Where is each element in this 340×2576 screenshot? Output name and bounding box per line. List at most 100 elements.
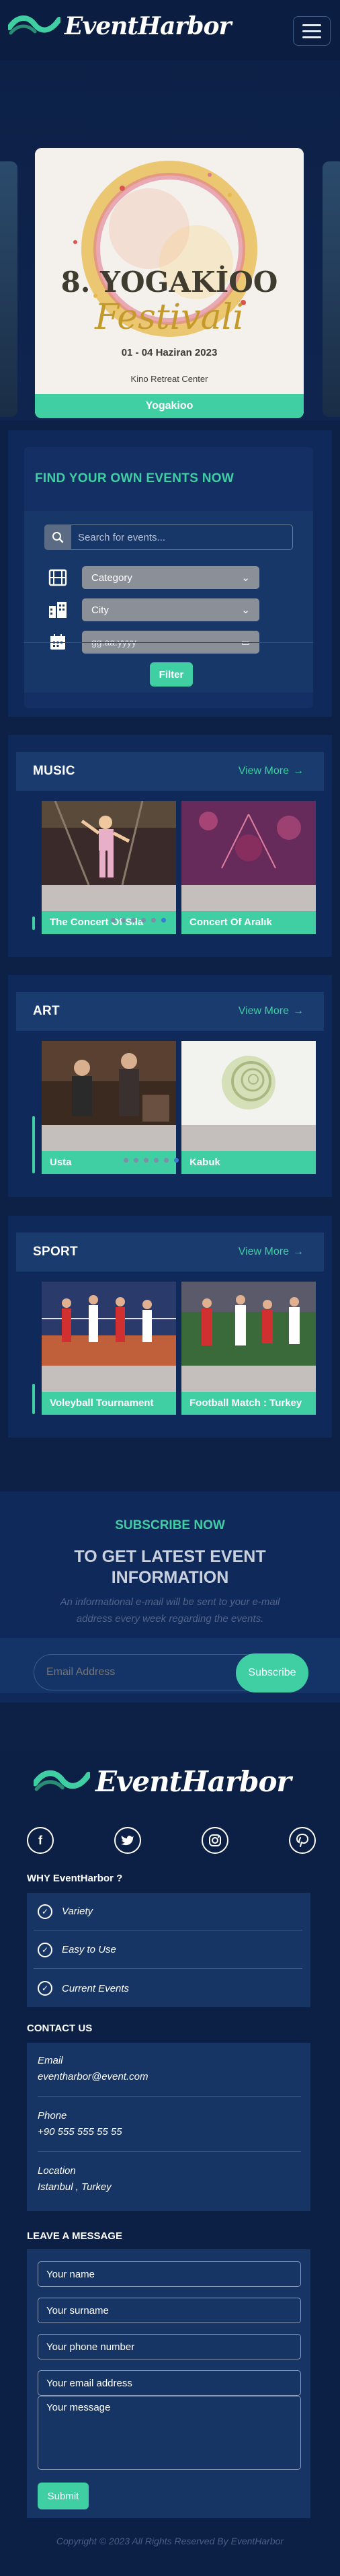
section-header: MUSIC View More → (16, 752, 324, 791)
email-input[interactable] (38, 2370, 301, 2396)
arrow-right-icon: → (293, 765, 304, 777)
buildings-icon (44, 597, 71, 623)
music-section: MUSIC View More → The Concert Of Sıla Co… (8, 735, 332, 957)
shell-photo (181, 1041, 316, 1125)
event-caption: Voleyball Tournament (42, 1392, 176, 1415)
hero-carousel: 8. YOGAKİOO Festivali 01 - 04 Haziran 20… (0, 61, 340, 446)
subscribe-email-input[interactable] (46, 1655, 214, 1690)
carousel-dots[interactable] (111, 918, 166, 923)
social-links: f (27, 1827, 316, 1854)
search-icon[interactable] (44, 524, 71, 550)
check-circle-icon: ✓ (38, 1981, 52, 1996)
logo-swoosh-icon (8, 15, 60, 35)
subscribe-button[interactable]: Subscribe (236, 1653, 308, 1692)
why-item: ✓ Current Events (34, 1969, 302, 2007)
event-card[interactable]: Kabuk (181, 1041, 316, 1174)
sport-section: SPORT View More → Voleyball Tournament F… (8, 1216, 332, 1438)
site-footer: EventHarbor f WHY EventHarbor ? ✓ Variet… (0, 1752, 340, 2576)
why-heading: WHY EventHarbor ? (27, 1873, 123, 1884)
city-row: City ⌄ (44, 597, 293, 623)
chevron-down-icon: ⌄ (241, 604, 250, 616)
poster-title: 8. YOGAKİOO (60, 266, 278, 299)
contact-list: Email eventharbor@event.com Phone +90 55… (27, 2043, 310, 2211)
theatre-photo (42, 1041, 176, 1125)
section-header: ART View More → (16, 992, 324, 1031)
facebook-icon[interactable]: f (27, 1827, 54, 1854)
city-select[interactable]: City ⌄ (82, 598, 259, 621)
message-heading: LEAVE A MESSAGE (27, 2230, 122, 2242)
section-title: SPORT (33, 1245, 78, 1259)
art-section: ART View More → Usta Kabuk (8, 975, 332, 1197)
check-circle-icon: ✓ (38, 1904, 52, 1919)
footer-brand-logo[interactable]: EventHarbor (34, 1765, 292, 1798)
event-card[interactable]: The Concert Of Sıla (42, 801, 176, 934)
category-row: Category ⌄ (44, 565, 293, 590)
submit-button[interactable]: Submit (38, 2483, 89, 2509)
event-card[interactable]: Concert Of Aralık (181, 801, 316, 934)
divider (24, 642, 313, 643)
view-more-link[interactable]: View More → (239, 1005, 304, 1017)
brand-name: EventHarbor (65, 12, 232, 40)
event-caption: Concert Of Aralık (181, 911, 316, 934)
event-carousel: The Concert Of Sıla Concert Of Aralık (28, 801, 316, 942)
arrow-right-icon: → (293, 1005, 304, 1017)
football-photo (181, 1282, 316, 1366)
event-card[interactable]: Football Match : Turkey (181, 1282, 316, 1415)
contact-email: Email eventharbor@event.com (38, 2043, 301, 2097)
surname-input[interactable] (38, 2298, 301, 2323)
view-more-link[interactable]: View More → (239, 1246, 304, 1258)
search-title: FIND YOUR OWN EVENTS NOW (35, 471, 235, 485)
pinterest-icon[interactable] (289, 1827, 316, 1854)
name-input[interactable] (38, 2261, 301, 2287)
subscribe-form: Subscribe (34, 1653, 308, 1692)
footer-brand-name: EventHarbor (95, 1765, 292, 1798)
subscribe-title: SUBSCRIBE NOW (115, 1518, 225, 1532)
check-circle-icon: ✓ (38, 1942, 52, 1957)
carousel-prev-slide[interactable] (0, 161, 17, 417)
why-item: ✓ Easy to Use (34, 1931, 302, 1969)
contact-location: Location Istanbul , Turkey (38, 2165, 112, 2193)
hero-slide-caption: Yogakioo (35, 394, 304, 418)
event-card[interactable]: Usta (42, 1041, 176, 1174)
section-title: MUSIC (33, 764, 75, 778)
brand-logo[interactable]: EventHarbor (8, 12, 232, 40)
event-caption: Usta (42, 1151, 176, 1174)
chevron-down-icon: ⌄ (241, 572, 250, 584)
section-header: SPORT View More → (16, 1233, 324, 1272)
menu-toggle-button[interactable] (293, 16, 331, 46)
hero-slide[interactable]: 8. YOGAKİOO Festivali 01 - 04 Haziran 20… (35, 148, 304, 418)
subscribe-headline: TO GET LATEST EVENT INFORMATION (74, 1547, 266, 1587)
film-icon (44, 565, 71, 590)
instagram-icon[interactable] (202, 1827, 228, 1854)
message-textarea[interactable] (38, 2396, 301, 2470)
volleyball-photo (42, 1282, 176, 1366)
search-panel: FIND YOUR OWN EVENTS NOW Category ⌄ (24, 447, 313, 708)
twitter-icon[interactable] (114, 1827, 141, 1854)
category-select[interactable]: Category ⌄ (82, 566, 259, 589)
subscribe-description: An informational e-mail will be sent to … (60, 1596, 280, 1625)
site-header: EventHarbor (0, 0, 340, 61)
copyright-text: Copyright © 2023 All Rights Reserved By … (56, 2536, 284, 2546)
poster-date: 01 - 04 Haziran 2023 (121, 347, 218, 358)
message-form: Submit (27, 2249, 310, 2518)
carousel-dots[interactable] (124, 1158, 179, 1163)
why-list: ✓ Variety ✓ Easy to Use ✓ Current Events (27, 1893, 310, 2007)
view-more-link[interactable]: View More → (239, 765, 304, 777)
event-caption: Kabuk (181, 1151, 316, 1174)
carousel-next-slide[interactable] (323, 161, 340, 417)
search-section: FIND YOUR OWN EVENTS NOW Category ⌄ (8, 430, 332, 717)
search-input[interactable] (71, 524, 293, 550)
event-card[interactable]: Voleyball Tournament (42, 1282, 176, 1415)
hamburger-icon (302, 24, 321, 26)
search-row (44, 524, 293, 550)
poster-subtitle: Festivali (95, 297, 244, 338)
subscribe-section: SUBSCRIBE NOW TO GET LATEST EVENT INFORM… (0, 1491, 340, 1703)
concert-photo (42, 801, 176, 885)
event-caption: The Concert Of Sıla (42, 911, 176, 934)
phone-input[interactable] (38, 2334, 301, 2359)
logo-swoosh-icon (34, 1770, 90, 1791)
filter-button[interactable]: Filter (150, 662, 193, 687)
poster-venue: Kino Retreat Center (130, 374, 208, 384)
event-caption: Football Match : Turkey (181, 1392, 316, 1415)
why-item: ✓ Variety (34, 1893, 302, 1930)
